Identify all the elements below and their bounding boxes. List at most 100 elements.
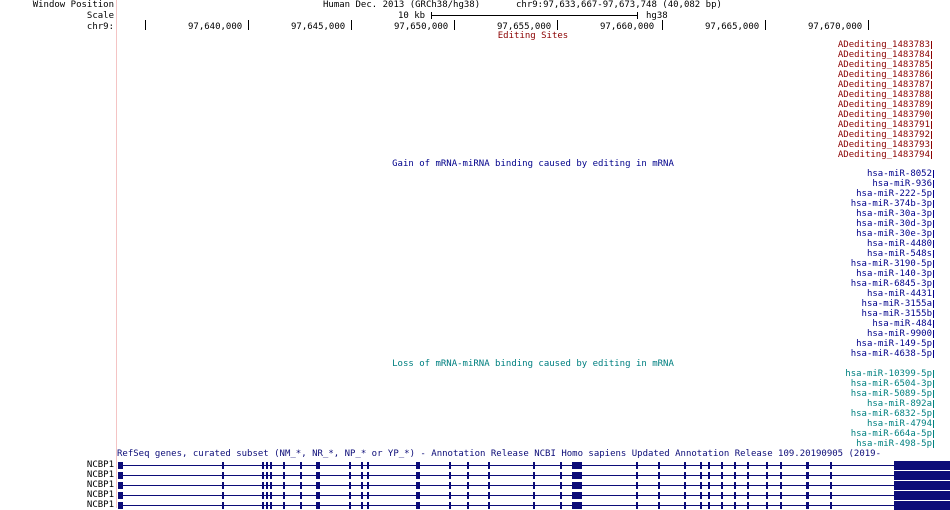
gene-exon[interactable] <box>766 462 768 469</box>
gene-exon[interactable] <box>222 482 224 489</box>
gene-exon[interactable] <box>283 492 285 499</box>
gene-exon[interactable] <box>300 472 302 479</box>
gene-exon[interactable] <box>283 472 285 479</box>
gene-exon[interactable] <box>734 492 736 499</box>
gene-exon[interactable] <box>684 492 686 499</box>
gene-utr-block[interactable] <box>894 481 950 490</box>
gene-exon[interactable] <box>318 492 320 499</box>
gene-exon[interactable] <box>747 462 749 469</box>
gain-mirna-feature-mark[interactable] <box>933 330 934 338</box>
editing-site-item[interactable]: ADediting_1483793 <box>838 140 930 150</box>
gene-exon[interactable] <box>580 462 582 469</box>
gene-exon[interactable] <box>766 472 768 479</box>
gene-exon[interactable] <box>658 482 660 489</box>
gain-mirna-item[interactable]: hsa-miR-222-5p <box>856 189 932 199</box>
gain-mirna-item[interactable]: hsa-miR-4431 <box>867 289 932 299</box>
gene-exon[interactable] <box>367 482 369 489</box>
gene-exon[interactable] <box>708 462 710 469</box>
gene-exon[interactable] <box>780 472 782 479</box>
gene-exon[interactable] <box>580 482 582 489</box>
gain-mirna-item[interactable]: hsa-miR-140-3p <box>856 269 932 279</box>
gene-exon[interactable] <box>747 492 749 499</box>
gene-exon[interactable] <box>708 492 710 499</box>
gene-exon[interactable] <box>270 482 272 489</box>
gene-exon[interactable] <box>721 462 723 469</box>
gene-name-label[interactable]: NCBP1 <box>87 500 114 510</box>
gene-exon[interactable] <box>349 492 351 499</box>
gain-mirna-feature-mark[interactable] <box>933 250 934 258</box>
gene-exon[interactable] <box>467 462 469 469</box>
gain-mirna-item[interactable]: hsa-miR-548s <box>867 249 932 259</box>
gain-mirna-feature-mark[interactable] <box>933 260 934 268</box>
gene-exon[interactable] <box>636 462 638 469</box>
gene-exon[interactable] <box>747 482 749 489</box>
gene-exon[interactable] <box>580 492 582 499</box>
gene-name-label[interactable]: NCBP1 <box>87 470 114 480</box>
gain-mirna-item[interactable]: hsa-miR-6845-3p <box>851 279 932 289</box>
editing-site-feature-mark[interactable] <box>931 101 932 109</box>
gene-exon[interactable] <box>488 492 490 499</box>
gain-mirna-item[interactable]: hsa-miR-3155a <box>862 299 932 309</box>
gene-intron-line[interactable] <box>118 505 894 506</box>
gene-exon[interactable] <box>560 492 562 499</box>
gene-exon[interactable] <box>700 472 702 479</box>
gene-exon[interactable] <box>270 492 272 499</box>
gain-mirna-item[interactable]: hsa-miR-149-5p <box>856 339 932 349</box>
gene-exon[interactable] <box>636 492 638 499</box>
gene-utr-block[interactable] <box>894 501 950 510</box>
gain-mirna-item[interactable]: hsa-miR-374b-3p <box>851 199 932 209</box>
gene-exon[interactable] <box>300 462 302 469</box>
gene-exon[interactable] <box>658 462 660 469</box>
gain-mirna-feature-mark[interactable] <box>933 200 934 208</box>
gain-mirna-feature-mark[interactable] <box>933 290 934 298</box>
editing-site-feature-mark[interactable] <box>931 71 932 79</box>
gene-exon[interactable] <box>734 482 736 489</box>
gain-mirna-feature-mark[interactable] <box>933 270 934 278</box>
gene-exon[interactable] <box>806 492 809 499</box>
gene-exon[interactable] <box>488 472 490 479</box>
gene-exon[interactable] <box>266 492 268 499</box>
editing-site-feature-mark[interactable] <box>931 121 932 129</box>
gene-exon[interactable] <box>121 472 123 479</box>
refseq-track-title[interactable]: RefSeq genes, curated subset (NM_*, NR_*… <box>117 449 881 459</box>
gain-mirna-feature-mark[interactable] <box>933 340 934 348</box>
gain-mirna-item[interactable]: hsa-miR-936 <box>872 179 932 189</box>
gene-exon[interactable] <box>658 472 660 479</box>
gene-intron-line[interactable] <box>118 485 894 486</box>
gene-exon[interactable] <box>283 482 285 489</box>
gene-exon[interactable] <box>747 472 749 479</box>
editing-site-item[interactable]: ADediting_1483788 <box>838 90 930 100</box>
gene-exon[interactable] <box>318 482 320 489</box>
gain-mirna-feature-mark[interactable] <box>933 300 934 308</box>
gain-mirna-feature-mark[interactable] <box>933 210 934 218</box>
gene-exon[interactable] <box>318 462 320 469</box>
gene-utr-block[interactable] <box>894 471 950 480</box>
gain-mirna-feature-mark[interactable] <box>933 280 934 288</box>
gain-mirna-feature-mark[interactable] <box>933 350 934 358</box>
loss-mirna-item[interactable]: hsa-miR-892a <box>867 399 932 409</box>
gene-exon[interactable] <box>830 482 832 489</box>
gene-exon[interactable] <box>766 482 768 489</box>
gene-exon[interactable] <box>418 472 420 479</box>
gene-exon[interactable] <box>488 482 490 489</box>
loss-mirna-item[interactable]: hsa-miR-4794 <box>867 419 932 429</box>
loss-mirna-feature-mark[interactable] <box>933 420 934 428</box>
gene-exon[interactable] <box>262 462 264 469</box>
gene-name-label[interactable]: NCBP1 <box>87 490 114 500</box>
gene-exon[interactable] <box>283 462 285 469</box>
loss-mirna-feature-mark[interactable] <box>933 440 934 448</box>
gene-exon[interactable] <box>262 472 264 479</box>
gene-exon[interactable] <box>721 492 723 499</box>
gene-exon[interactable] <box>121 482 123 489</box>
editing-site-feature-mark[interactable] <box>931 41 932 49</box>
gene-exon[interactable] <box>270 462 272 469</box>
gene-exon[interactable] <box>658 492 660 499</box>
gain-mirna-feature-mark[interactable] <box>933 320 934 328</box>
gene-exon[interactable] <box>467 482 469 489</box>
gene-exon[interactable] <box>222 472 224 479</box>
gene-exon[interactable] <box>367 472 369 479</box>
gain-mirna-feature-mark[interactable] <box>933 190 934 198</box>
gain-mirna-item[interactable]: hsa-miR-3190-5p <box>851 259 932 269</box>
gene-utr-block[interactable] <box>894 461 950 470</box>
gene-exon[interactable] <box>734 472 736 479</box>
